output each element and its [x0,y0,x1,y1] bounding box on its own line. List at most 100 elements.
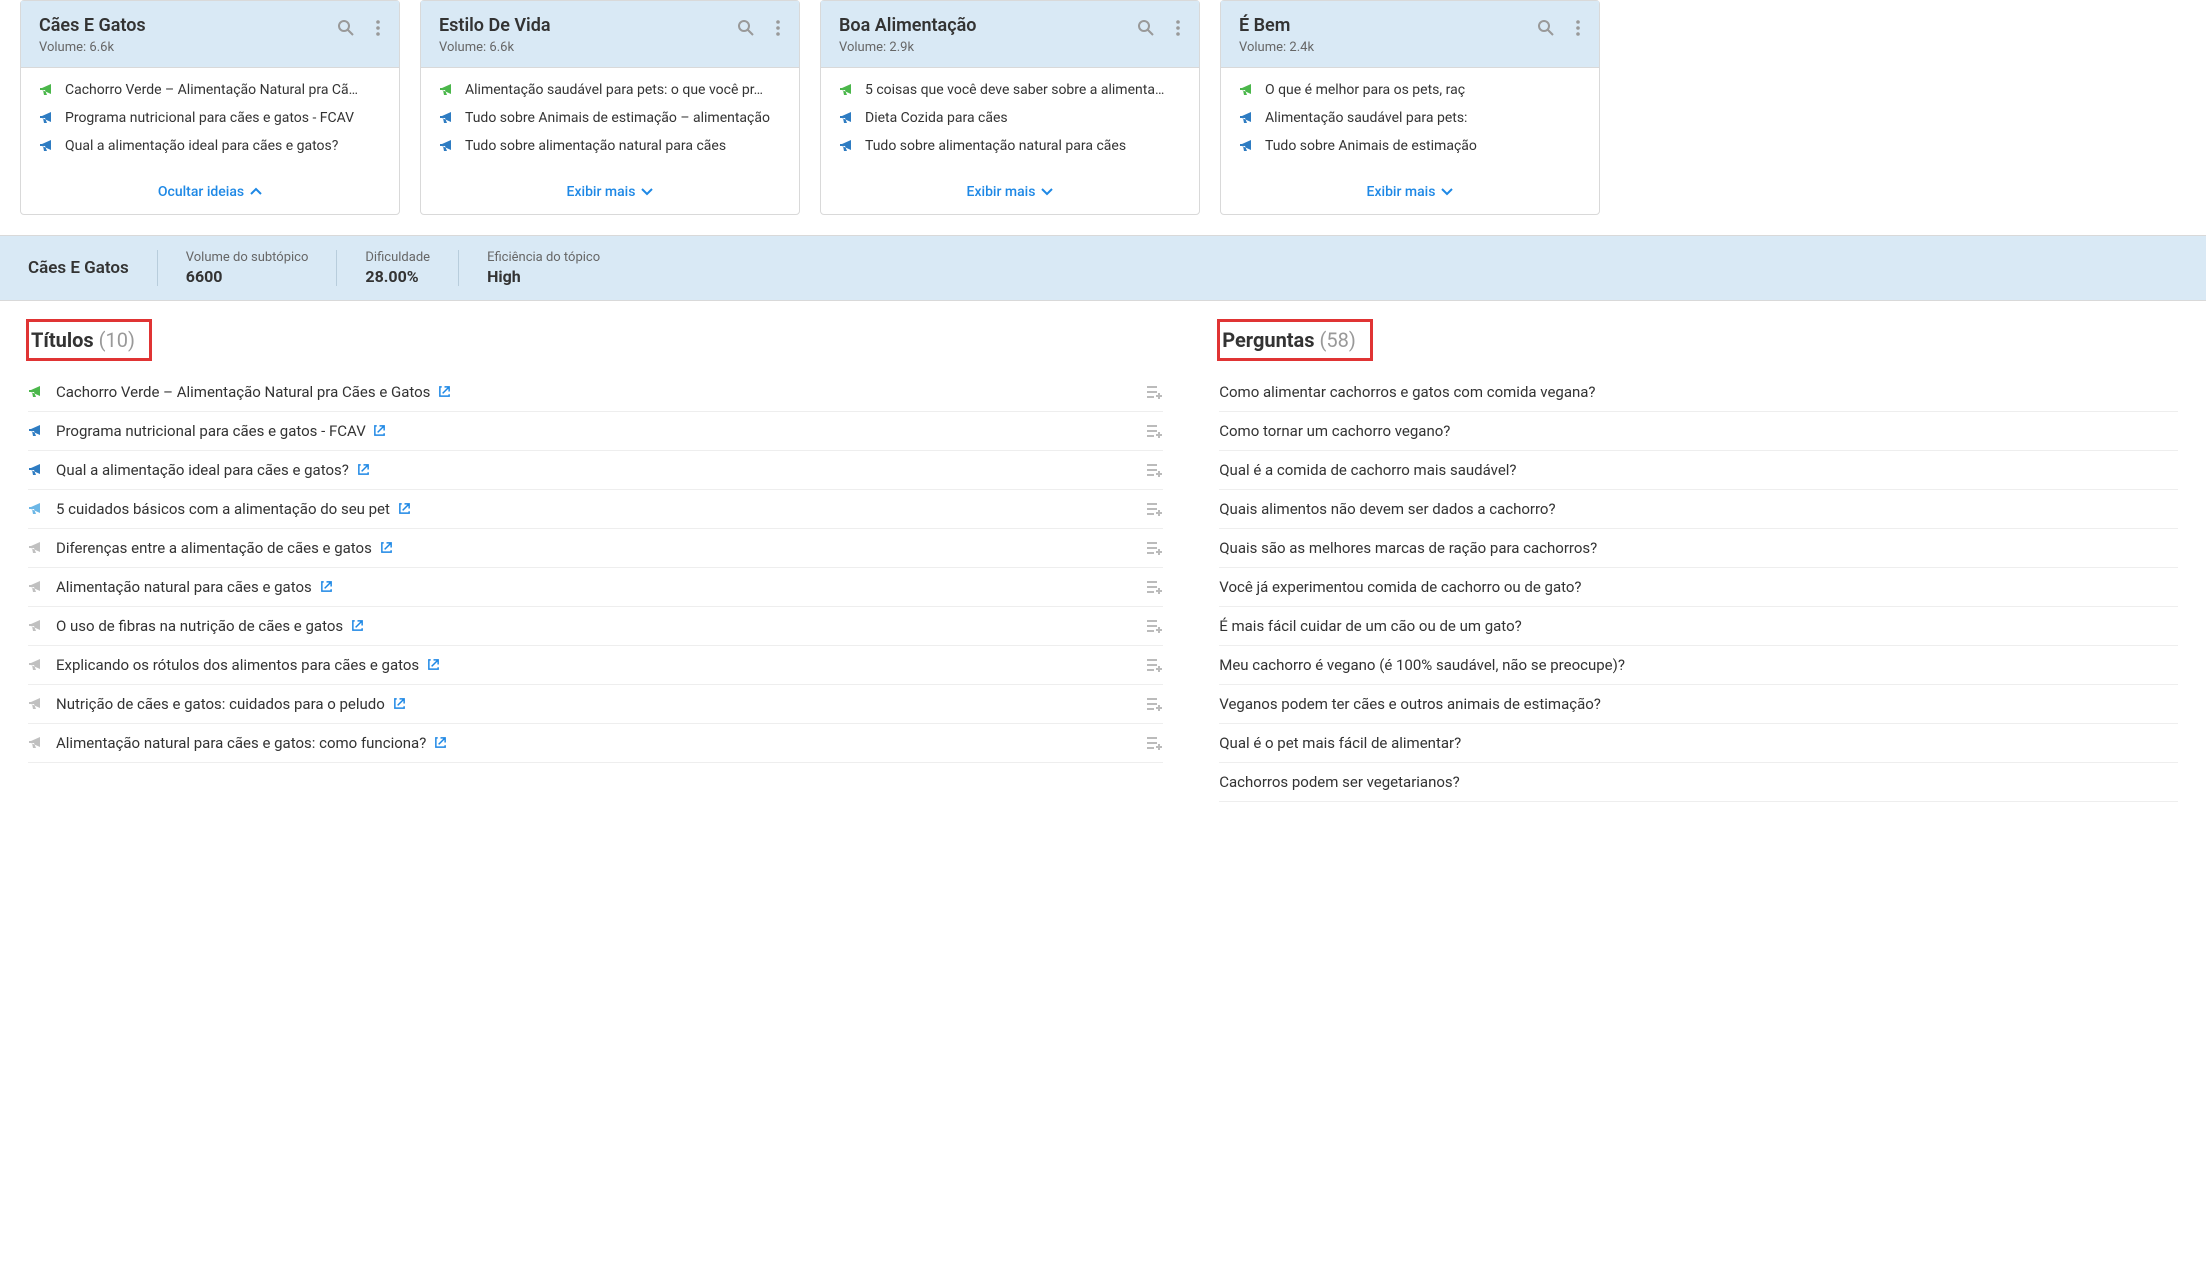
external-link-icon[interactable] [320,580,333,593]
external-link-icon[interactable] [434,736,447,749]
metric-value: 28.00% [365,267,430,286]
question-row[interactable]: Qual é o pet mais fácil de alimentar? [1219,724,2178,763]
more-options-icon[interactable] [369,19,387,37]
chevron-down-icon [641,186,653,198]
title-row: Nutrição de cães e gatos: cuidados para … [28,685,1163,724]
external-link-icon[interactable] [351,619,364,632]
add-to-list-icon[interactable] [1147,697,1163,711]
external-link-icon[interactable] [427,658,440,671]
title-text[interactable]: Cachorro Verde – Alimentação Natural pra… [56,383,1135,401]
megaphone-icon [39,83,55,97]
add-to-list-icon[interactable] [1147,502,1163,516]
card-item[interactable]: Alimentação saudável para pets: [1239,110,1581,126]
card-item[interactable]: 5 coisas que você deve saber sobre a ali… [839,82,1181,98]
card-item-text: Programa nutricional para cães e gatos -… [65,110,354,126]
card-title: Boa Alimentação [839,15,1181,36]
external-link-icon[interactable] [380,541,393,554]
title-row: Qual a alimentação ideal para cães e gat… [28,451,1163,490]
megaphone-icon [39,139,55,153]
title-text[interactable]: Programa nutricional para cães e gatos -… [56,422,1135,440]
question-row[interactable]: Como tornar um cachorro vegano? [1219,412,2178,451]
title-text[interactable]: 5 cuidados básicos com a alimentação do … [56,500,1135,518]
card-item[interactable]: Tudo sobre alimentação natural para cães [839,138,1181,154]
card-item[interactable]: Cachorro Verde – Alimentação Natural pra… [39,82,381,98]
card-item[interactable]: Qual a alimentação ideal para cães e gat… [39,138,381,154]
card-header: Boa Alimentação Volume: 2.9k [821,1,1199,68]
card-item[interactable]: Tudo sobre Animais de estimação [1239,138,1581,154]
search-icon[interactable] [1137,19,1155,37]
topic-card: Estilo De Vida Volume: 6.6k Alimentação … [420,0,800,215]
add-to-list-icon[interactable] [1147,385,1163,399]
title-text[interactable]: O uso de fibras na nutrição de cães e ga… [56,617,1135,635]
card-item-text: Tudo sobre alimentação natural para cães [865,138,1126,154]
question-row[interactable]: Quais alimentos não devem ser dados a ca… [1219,490,2178,529]
title-row: Cachorro Verde – Alimentação Natural pra… [28,373,1163,412]
question-row[interactable]: Cachorros podem ser vegetarianos? [1219,763,2178,802]
topic-card: Cães E Gatos Volume: 6.6k Cachorro Verde… [20,0,400,215]
add-to-list-icon[interactable] [1147,736,1163,750]
card-header: É Bem Volume: 2.4k [1221,1,1599,68]
card-item-text: Alimentação saudável para pets: [1265,110,1467,126]
title-text[interactable]: Explicando os rótulos dos alimentos para… [56,656,1135,674]
card-item-text: 5 coisas que você deve saber sobre a ali… [865,82,1164,98]
question-row[interactable]: Veganos podem ter cães e outros animais … [1219,685,2178,724]
card-item[interactable]: Programa nutricional para cães e gatos -… [39,110,381,126]
megaphone-icon [1239,139,1255,153]
card-item[interactable]: Tudo sobre alimentação natural para cães [439,138,781,154]
external-link-icon[interactable] [373,424,386,437]
card-item[interactable]: Alimentação saudável para pets: o que vo… [439,82,781,98]
show-more-link[interactable]: Exibir mais [1367,184,1454,200]
title-text[interactable]: Nutrição de cães e gatos: cuidados para … [56,695,1135,713]
title-text[interactable]: Diferenças entre a alimentação de cães e… [56,539,1135,557]
questions-count: (58) [1320,328,1356,352]
megaphone-icon [1239,83,1255,97]
question-row[interactable]: É mais fácil cuidar de um cão ou de um g… [1219,607,2178,646]
title-row: Diferenças entre a alimentação de cães e… [28,529,1163,568]
metric-value: 6600 [186,267,309,286]
card-item[interactable]: O que é melhor para os pets, raç [1239,82,1581,98]
add-to-list-icon[interactable] [1147,424,1163,438]
megaphone-icon [839,111,855,125]
megaphone-icon [28,541,44,555]
question-row[interactable]: Meu cachorro é vegano (é 100% saudável, … [1219,646,2178,685]
add-to-list-icon[interactable] [1147,619,1163,633]
title-text[interactable]: Alimentação natural para cães e gatos: c… [56,734,1135,752]
card-header: Cães E Gatos Volume: 6.6k [21,1,399,68]
megaphone-icon [28,502,44,516]
question-row[interactable]: Qual é a comida de cachorro mais saudáve… [1219,451,2178,490]
more-options-icon[interactable] [1169,19,1187,37]
card-item-text: Tudo sobre alimentação natural para cães [465,138,726,154]
card-body: Cachorro Verde – Alimentação Natural pra… [21,68,399,174]
add-to-list-icon[interactable] [1147,463,1163,477]
add-to-list-icon[interactable] [1147,580,1163,594]
more-options-icon[interactable] [769,19,787,37]
title-row: Programa nutricional para cães e gatos -… [28,412,1163,451]
question-row[interactable]: Você já experimentou comida de cachorro … [1219,568,2178,607]
hide-ideas-link[interactable]: Ocultar ideias [158,184,262,200]
external-link-icon[interactable] [438,385,451,398]
title-text[interactable]: Alimentação natural para cães e gatos [56,578,1135,596]
title-text[interactable]: Qual a alimentação ideal para cães e gat… [56,461,1135,479]
show-more-link[interactable]: Exibir mais [967,184,1054,200]
external-link-icon[interactable] [357,463,370,476]
card-volume: Volume: 6.6k [439,40,781,55]
show-more-link[interactable]: Exibir mais [567,184,654,200]
search-icon[interactable] [737,19,755,37]
external-link-icon[interactable] [398,502,411,515]
external-link-icon[interactable] [393,697,406,710]
chevron-down-icon [1041,186,1053,198]
card-item[interactable]: Tudo sobre Animais de estimação – alimen… [439,110,781,126]
title-row: Alimentação natural para cães e gatos [28,568,1163,607]
chevron-down-icon [1441,186,1453,198]
question-row[interactable]: Como alimentar cachorros e gatos com com… [1219,373,2178,412]
search-icon[interactable] [337,19,355,37]
metric-difficulty: Dificuldade 28.00% [336,250,458,286]
add-to-list-icon[interactable] [1147,658,1163,672]
titles-label: Títulos [31,328,94,352]
add-to-list-icon[interactable] [1147,541,1163,555]
question-row[interactable]: Quais são as melhores marcas de ração pa… [1219,529,2178,568]
card-item[interactable]: Dieta Cozida para cães [839,110,1181,126]
title-row: O uso de fibras na nutrição de cães e ga… [28,607,1163,646]
more-options-icon[interactable] [1569,19,1587,37]
search-icon[interactable] [1537,19,1555,37]
